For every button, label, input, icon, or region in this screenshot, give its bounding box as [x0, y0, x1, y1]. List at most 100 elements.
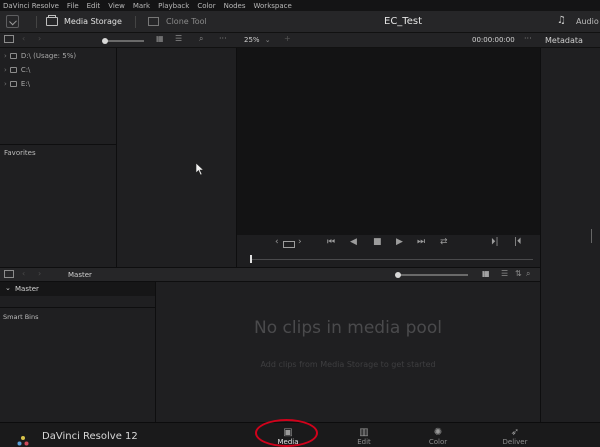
drive-icon: [9, 53, 17, 59]
page-edit-button[interactable]: ▥ Edit: [346, 427, 382, 446]
jump-end-icon[interactable]: ⏭: [417, 237, 425, 247]
storage-options-button[interactable]: ···: [219, 34, 227, 43]
playhead[interactable]: [250, 255, 252, 263]
list-view-icon[interactable]: ☰: [175, 34, 182, 43]
forward-arrow-icon[interactable]: ›: [38, 34, 41, 43]
scrubber-track[interactable]: [251, 259, 533, 260]
media-pool-title: Master: [68, 271, 92, 279]
panel-layout-icon[interactable]: [4, 270, 14, 278]
play-reverse-icon[interactable]: ◀: [350, 237, 357, 247]
toolbar-divider: [36, 16, 37, 28]
search-icon[interactable]: ⌕: [199, 34, 203, 44]
pool-zoom-slider[interactable]: [398, 274, 468, 276]
chevron-right-icon: ›: [298, 237, 302, 247]
menu-item-workspace[interactable]: Workspace: [254, 2, 292, 10]
color-icon: ✺: [433, 427, 443, 438]
next-clip-icon[interactable]: ⏵|: [491, 237, 499, 247]
menu-item-app[interactable]: DaVinci Resolve: [3, 2, 59, 10]
clone-tool-icon: [148, 17, 159, 26]
drive-label: C:\: [20, 66, 31, 74]
search-icon[interactable]: ⌕: [526, 269, 530, 279]
loop-icon[interactable]: ⇄: [440, 237, 448, 247]
drive-label: D:\ (Usage: 5%): [20, 52, 77, 60]
bins-panel: ⌄ Master Smart Bins: [0, 282, 155, 422]
panel-toggle-button[interactable]: [6, 15, 19, 28]
drive-item[interactable]: › D:\ (Usage: 5%): [4, 52, 76, 60]
audio-tab[interactable]: Audio: [576, 17, 599, 26]
menu-item-view[interactable]: View: [108, 2, 125, 10]
grid-view-icon[interactable]: ▦: [482, 269, 490, 278]
add-icon[interactable]: +: [284, 34, 291, 43]
chevron-right-icon: ›: [4, 80, 7, 88]
drive-label: E:\: [20, 80, 30, 88]
master-bin-label: Master: [15, 285, 39, 293]
play-icon[interactable]: ▶: [396, 237, 403, 247]
favorites-label: Favorites: [4, 149, 36, 157]
brand-label: DaVinci Resolve 12: [42, 431, 138, 442]
list-view-icon[interactable]: ☰: [501, 269, 508, 278]
viewer-options-button[interactable]: ···: [524, 34, 532, 43]
pool-zoom-knob[interactable]: [395, 272, 401, 278]
toolbar-divider: [135, 16, 136, 28]
menu-item-playback[interactable]: Playback: [158, 2, 189, 10]
chevron-right-icon: ›: [4, 52, 7, 60]
panel-layout-icon[interactable]: [4, 35, 14, 43]
deliver-icon: ➶: [510, 427, 520, 438]
media-pool-toolbar: ‹ › Master ▦ ☰ ⇅ ⌕: [0, 267, 540, 282]
page-edit-label: Edit: [357, 438, 371, 446]
chevron-down-icon: ⌄: [264, 36, 271, 44]
transport-controls: ‹ › ⏮ ◀ ■ ▶ ⏭ ⇄ ⏵| |⏴: [237, 235, 540, 267]
timecode-display: 00:00:00:00: [472, 36, 515, 44]
clip-icon: [283, 241, 295, 248]
storage-zoom-slider[interactable]: [104, 40, 144, 42]
grid-view-icon[interactable]: ▦: [156, 34, 164, 43]
audio-icon: ♫: [557, 15, 566, 26]
menu-item-file[interactable]: File: [67, 2, 79, 10]
menu-item-nodes[interactable]: Nodes: [224, 2, 246, 10]
project-title: EC_Test: [384, 16, 422, 27]
menu-item-mark[interactable]: Mark: [133, 2, 150, 10]
page-deliver-button[interactable]: ➶ Deliver: [497, 427, 533, 446]
menu-item-edit[interactable]: Edit: [87, 2, 101, 10]
forward-arrow-icon[interactable]: ›: [38, 269, 41, 278]
highlight-ellipse: [255, 419, 318, 447]
media-storage-icon: [46, 15, 58, 26]
chevron-right-icon: ›: [4, 66, 7, 74]
master-bin[interactable]: ⌄ Master: [0, 282, 155, 296]
metadata-edge-icon: [591, 229, 598, 243]
viewer-canvas: [237, 48, 540, 235]
smart-bins-label: Smart Bins: [3, 313, 39, 321]
media-storage-tab[interactable]: Media Storage: [64, 17, 122, 26]
empty-pool-hint: Add clips from Media Storage to get star…: [260, 360, 436, 369]
storage-zoom-knob[interactable]: [102, 38, 108, 44]
previous-clip-icon[interactable]: |⏴: [514, 237, 522, 247]
chevron-left-icon: ‹: [275, 237, 279, 247]
menu-bar: DaVinci Resolve File Edit View Mark Play…: [0, 0, 600, 11]
drive-icon: [9, 67, 17, 73]
chevron-down-icon: ⌄: [5, 284, 11, 292]
storage-browser: [117, 48, 236, 267]
stop-icon[interactable]: ■: [373, 237, 382, 247]
favorites-divider: [0, 144, 116, 145]
zoom-value: 25%: [244, 36, 260, 44]
page-deliver-label: Deliver: [502, 438, 528, 446]
drive-item[interactable]: › C:\: [4, 66, 30, 74]
sort-icon[interactable]: ⇅: [515, 269, 522, 278]
mouse-cursor: [195, 161, 205, 180]
media-storage-tree: › D:\ (Usage: 5%) › C:\ › E:\ Favorites: [0, 48, 116, 267]
media-pool-area[interactable]: [156, 282, 540, 422]
jump-start-icon[interactable]: ⏮: [327, 237, 335, 247]
metadata-title: Metadata: [545, 36, 583, 45]
page-color-label: Color: [428, 438, 448, 446]
clone-tool-tab[interactable]: Clone Tool: [166, 17, 207, 26]
secondary-toolbar: ‹ › ▦ ☰ ⌕ ··· 25% ⌄ + 00:00:00:00 ··· Me…: [0, 33, 600, 48]
zoom-dropdown[interactable]: 25% ⌄: [244, 36, 271, 44]
back-arrow-icon[interactable]: ‹: [22, 34, 25, 43]
clip-range-control[interactable]: ‹ ›: [275, 237, 302, 249]
module-toolbar: Media Storage Clone Tool EC_Test ♫ Audio: [0, 11, 600, 33]
back-arrow-icon[interactable]: ‹: [22, 269, 25, 278]
drive-item[interactable]: › E:\: [4, 80, 30, 88]
smart-bins-divider: [0, 307, 155, 308]
page-color-button[interactable]: ✺ Color: [420, 427, 456, 446]
menu-item-color[interactable]: Color: [197, 2, 215, 10]
